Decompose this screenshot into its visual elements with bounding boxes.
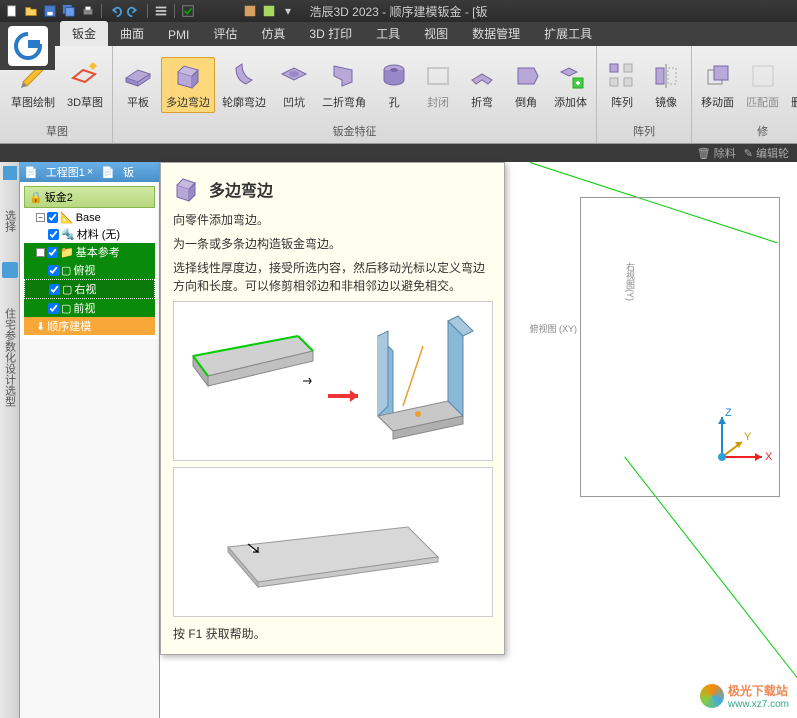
tree-tab-drawing[interactable]: 工程图1 ×	[42, 162, 98, 182]
tab-simulation[interactable]: 仿真	[249, 21, 297, 46]
undo-icon[interactable]	[107, 3, 123, 19]
tree-item[interactable]: −📁基本参考	[24, 243, 155, 261]
chamfer-button[interactable]: 倒角	[505, 57, 547, 113]
tab-data[interactable]: 数据管理	[460, 21, 532, 46]
close-button[interactable]: 封闭	[417, 57, 459, 113]
group-feature-label: 钣金特征	[333, 121, 377, 141]
deleteface-button[interactable]: 删除面	[786, 57, 797, 113]
ribbon-tabs: 钣金 曲面 PMI 评估 仿真 3D 打印 工具 视图 数据管理 扩展工具	[0, 22, 797, 46]
watermark-icon	[700, 684, 724, 708]
svg-text:Y: Y	[744, 431, 752, 443]
tree-body: 🔒钣金2 −📐Base 🔩材料 (无) −📁基本参考 ▢俯视 ▢右视 ▢前视 ⬇…	[20, 182, 159, 339]
remove-icon[interactable]: 🗑 除料	[697, 145, 736, 161]
matchface-button[interactable]: 匹配面	[741, 57, 784, 113]
tree-tab-sheetmetal[interactable]: 钣	[119, 162, 138, 182]
tab-extend[interactable]: 扩展工具	[532, 21, 604, 46]
group-pattern: 阵列 镜像 阵列	[597, 46, 692, 143]
open-icon[interactable]	[23, 3, 39, 19]
tab-3dprint[interactable]: 3D 打印	[297, 21, 364, 46]
watermark: 极光下载站www.xz7.com	[700, 682, 789, 710]
addbody-button[interactable]: 添加体	[549, 57, 592, 113]
tree-tabs: 📄 工程图1 × 📄 钣	[20, 162, 159, 182]
bend-button[interactable]: 折弯	[461, 57, 503, 113]
quick-access-toolbar: ▾	[4, 3, 296, 19]
sketch3d-button[interactable]: 3D草图	[62, 57, 108, 113]
tooltip-desc1: 向零件添加弯边。	[173, 211, 492, 229]
multi-flange-button[interactable]: 多边弯边	[161, 57, 215, 113]
sidebar-tree-icon[interactable]	[3, 166, 17, 180]
dropdown-icon[interactable]: ▾	[280, 3, 296, 19]
tooltip-panel: 多边弯边 向零件添加弯边。 为一条或多条边构造钣金弯边。 选择线性厚度边，接受所…	[160, 162, 505, 655]
tooltip-desc2: 为一条或多条边构造钣金弯边。	[173, 235, 492, 253]
tree-item[interactable]: −📐Base	[24, 210, 155, 225]
mirror-button[interactable]: 镜像	[645, 57, 687, 113]
ref-label-top: 俯视图 (XY)	[529, 322, 577, 335]
sidebar-select-label: 选择	[2, 210, 18, 232]
tab-tools[interactable]: 工具	[364, 21, 412, 46]
saveall-icon[interactable]	[61, 3, 77, 19]
tooltip-illustration-1	[173, 301, 493, 461]
tooltip-title: 多边弯边	[209, 177, 273, 201]
tooltip-desc3: 选择线性厚度边，接受所选内容，然后移动光标以定义弯边方向和长度。可以修剪相邻边和…	[173, 259, 492, 295]
print-icon[interactable]	[80, 3, 96, 19]
save-icon[interactable]	[42, 3, 58, 19]
tree-panel: 📄 工程图1 × 📄 钣 🔒钣金2 −📐Base 🔩材料 (无) −📁基本参考 …	[20, 162, 160, 718]
edit-icon[interactable]: ✎ 编辑轮	[744, 145, 789, 161]
tree-item[interactable]: ▢前视	[24, 299, 155, 317]
config1-icon[interactable]	[242, 3, 258, 19]
app-logo-area	[0, 22, 55, 70]
tooltip-illustration-2	[173, 467, 493, 617]
pattern-button[interactable]: 阵列	[601, 57, 643, 113]
sidebar: 选择 住宅参数化设计选型	[0, 162, 20, 718]
tab-evaluate[interactable]: 评估	[201, 21, 249, 46]
hole-button[interactable]: 孔	[373, 57, 415, 113]
svg-text:X: X	[765, 451, 773, 463]
axis-gizmo[interactable]: X Y Z	[697, 402, 777, 482]
tree-root[interactable]: 🔒钣金2	[24, 186, 155, 208]
tree-item[interactable]: ⬇顺序建模	[24, 317, 155, 335]
new-icon[interactable]	[4, 3, 20, 19]
tab-flat-button[interactable]: 平板	[117, 57, 159, 113]
group-sketch-label: 草图	[46, 121, 68, 141]
contour-flange-button[interactable]: 轮廓弯边	[217, 57, 271, 113]
group-modify-label: 修	[757, 121, 768, 141]
tab-pmi[interactable]: PMI	[156, 24, 201, 46]
tab-sheetmetal[interactable]: 钣金	[60, 21, 108, 46]
moveface-button[interactable]: 移动面	[696, 57, 739, 113]
titlebar: ▾ 浩辰3D 2023 - 顺序建模钣金 - [钣	[0, 0, 797, 22]
tree-item[interactable]: ▢俯视	[24, 261, 155, 279]
tree-item[interactable]: 🔩材料 (无)	[24, 225, 155, 243]
tab-view[interactable]: 视图	[412, 21, 460, 46]
ref-label-right: 右视图(Y)	[624, 262, 637, 301]
app-logo[interactable]	[8, 26, 48, 66]
group-pattern-label: 阵列	[633, 121, 655, 141]
sidebar-design-icon[interactable]	[2, 262, 18, 278]
sub-statusbar: 🗑 除料 ✎ 编辑轮	[0, 144, 797, 162]
config2-icon[interactable]	[261, 3, 277, 19]
window-title: 浩辰3D 2023 - 顺序建模钣金 - [钣	[309, 3, 487, 20]
ribbon-body: 草图绘制 3D草图 草图 平板 多边弯边 轮廓弯边 凹坑 二折弯角 孔 封闭 折…	[0, 46, 797, 144]
check-icon[interactable]	[180, 3, 196, 19]
tooltip-footer: 按 F1 获取帮助。	[173, 625, 492, 642]
tree-item[interactable]: ▢右视	[24, 279, 155, 299]
group-modify: 移动面 匹配面 删除面 修	[692, 46, 797, 143]
group-feature: 平板 多边弯边 轮廓弯边 凹坑 二折弯角 孔 封闭 折弯 倒角 添加体 钣金特征	[113, 46, 597, 143]
list-icon[interactable]	[153, 3, 169, 19]
redo-icon[interactable]	[126, 3, 142, 19]
multi-flange-icon	[173, 175, 201, 203]
sidebar-design-label: 住宅参数化设计选型	[2, 308, 18, 407]
tab-surface[interactable]: 曲面	[108, 21, 156, 46]
twobend-button[interactable]: 二折弯角	[317, 57, 371, 113]
svg-text:Z: Z	[725, 407, 732, 419]
dimple-button[interactable]: 凹坑	[273, 57, 315, 113]
